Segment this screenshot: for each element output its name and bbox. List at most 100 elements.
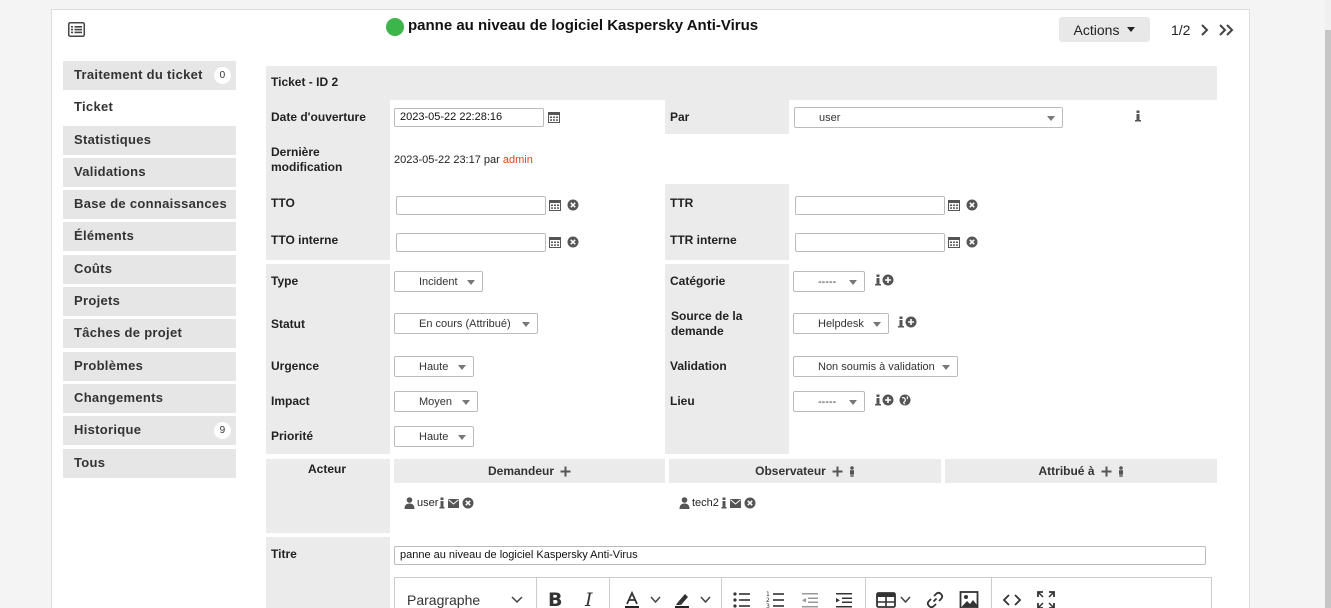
table-icon[interactable] (876, 590, 896, 608)
mail-icon[interactable] (730, 499, 741, 508)
svg-text:3: 3 (766, 603, 770, 608)
tab-traitement[interactable]: Traitement du ticket 0 (63, 61, 236, 90)
observateur-user[interactable]: tech2 (692, 497, 719, 509)
image-icon[interactable] (959, 590, 979, 608)
calendar-icon[interactable] (948, 199, 960, 211)
tab-problemes[interactable]: Problèmes (63, 351, 236, 381)
tto-input[interactable] (396, 196, 546, 215)
ttr-input[interactable] (795, 196, 945, 215)
type-value: Incident (419, 276, 458, 288)
clear-circle-icon[interactable] (966, 199, 978, 211)
add-attribue-icon[interactable] (1101, 466, 1112, 477)
source-code-icon[interactable] (1002, 590, 1022, 608)
ttr-label: TTR (670, 196, 694, 210)
person-icon[interactable] (1118, 465, 1124, 477)
italic-icon[interactable]: I (585, 589, 593, 608)
remove-circle-icon[interactable] (462, 497, 474, 509)
lieu-value: ----- (818, 396, 837, 408)
tab-statistiques[interactable]: Statistiques (63, 125, 236, 155)
chevron-down-icon[interactable] (700, 596, 711, 604)
add-demandeur-icon[interactable] (560, 466, 571, 477)
tab-couts[interactable]: Coûts (63, 254, 236, 284)
add-circle-icon[interactable] (882, 394, 894, 406)
calendar-icon[interactable] (948, 236, 960, 248)
info-icon[interactable] (1132, 110, 1144, 122)
source-select[interactable]: Helpdesk (793, 313, 889, 334)
type-select[interactable]: Incident (394, 271, 483, 292)
info-icon[interactable] (721, 497, 727, 509)
priorite-select[interactable]: Haute (394, 426, 474, 447)
indent-icon[interactable] (834, 590, 854, 608)
tab-taches-projet[interactable]: Tâches de projet (63, 319, 236, 349)
outdent-icon[interactable] (800, 590, 820, 608)
tab-changements[interactable]: Changements (63, 383, 236, 413)
validation-select[interactable]: Non soumis à validation (793, 356, 958, 377)
tab-label: Éléments (74, 228, 135, 244)
list-view-icon[interactable] (68, 22, 85, 37)
calendar-icon[interactable] (548, 111, 560, 123)
fullscreen-icon[interactable] (1036, 590, 1056, 608)
chevron-down-icon[interactable] (511, 596, 523, 604)
categorie-label: Catégorie (670, 274, 726, 288)
tab-label: Tâches de projet (74, 325, 183, 341)
text-color-icon[interactable] (622, 590, 642, 608)
ticket-heading: Ticket - ID 2 (271, 75, 339, 89)
highlight-color-icon[interactable] (672, 590, 692, 608)
add-circle-icon[interactable] (882, 274, 894, 286)
priorite-label: Priorité (271, 429, 314, 443)
actions-button[interactable]: Actions (1059, 17, 1150, 42)
tab-historique[interactable]: Historique 9 (63, 416, 236, 446)
bold-icon[interactable]: B (548, 589, 562, 608)
clear-circle-icon[interactable] (966, 236, 978, 248)
actions-label: Actions (1073, 21, 1120, 38)
tab-count-badge: 0 (214, 67, 231, 84)
tab-tous[interactable]: Tous (63, 448, 236, 478)
clear-circle-icon[interactable] (567, 199, 579, 211)
calendar-icon[interactable] (549, 236, 561, 248)
page-scrollbar[interactable] (1325, 0, 1331, 608)
add-observateur-icon[interactable] (832, 466, 843, 477)
lieu-select[interactable]: ----- (793, 391, 865, 412)
impact-select[interactable]: Moyen (394, 391, 478, 412)
clear-circle-icon[interactable] (567, 236, 579, 248)
categorie-select[interactable]: ----- (793, 271, 865, 292)
tab-label: Traitement du ticket (74, 67, 203, 82)
tab-ticket[interactable]: Ticket (63, 93, 236, 123)
tab-base-connaissances[interactable]: Base de connaissances (63, 190, 236, 220)
ttr-interne-input[interactable] (795, 233, 945, 252)
modif-user-link[interactable]: admin (503, 154, 533, 166)
source-label-2: demande (671, 324, 724, 338)
mail-icon[interactable] (448, 499, 459, 508)
globe-icon[interactable] (899, 394, 911, 406)
chevron-down-icon[interactable] (900, 596, 911, 604)
tab-projets[interactable]: Projets (63, 287, 236, 317)
par-select[interactable]: user (794, 107, 1063, 128)
tab-validations[interactable]: Validations (63, 157, 236, 187)
double-chevron-right-icon[interactable] (1218, 23, 1236, 37)
demandeur-user[interactable]: user (417, 497, 438, 509)
bullet-list-icon[interactable] (732, 590, 752, 608)
urgence-label: Urgence (271, 359, 320, 373)
pager-position: 1/2 (1171, 22, 1191, 38)
paragraph-format-select[interactable]: Paragraphe (407, 592, 480, 608)
chevron-down-icon[interactable] (650, 596, 661, 604)
calendar-icon[interactable] (549, 199, 561, 211)
urgence-select[interactable]: Haute (394, 356, 474, 377)
tab-list: Traitement du ticket 0 Ticket Statistiqu… (63, 61, 236, 481)
tab-count-badge: 9 (214, 422, 231, 440)
tab-elements[interactable]: Éléments (63, 222, 236, 252)
date-ouverture-input[interactable]: 2023-05-22 22:28:16 (394, 108, 544, 127)
link-icon[interactable] (925, 590, 945, 608)
remove-circle-icon[interactable] (744, 497, 756, 509)
statut-select[interactable]: En cours (Attribué) (394, 313, 538, 334)
numbered-list-icon[interactable]: 1 2 3 (766, 590, 786, 608)
chevron-right-icon[interactable] (1199, 23, 1211, 37)
titre-input[interactable]: panne au niveau de logiciel Kaspersky An… (394, 546, 1206, 565)
info-icon[interactable] (439, 497, 445, 509)
add-circle-icon[interactable] (905, 316, 917, 328)
categorie-value: ----- (818, 276, 837, 288)
scrollbar-thumb[interactable] (1325, 30, 1331, 608)
tto-interne-input[interactable] (396, 233, 546, 252)
person-icon[interactable] (849, 465, 855, 477)
ticket-card: panne au niveau de logiciel Kaspersky An… (51, 9, 1250, 608)
